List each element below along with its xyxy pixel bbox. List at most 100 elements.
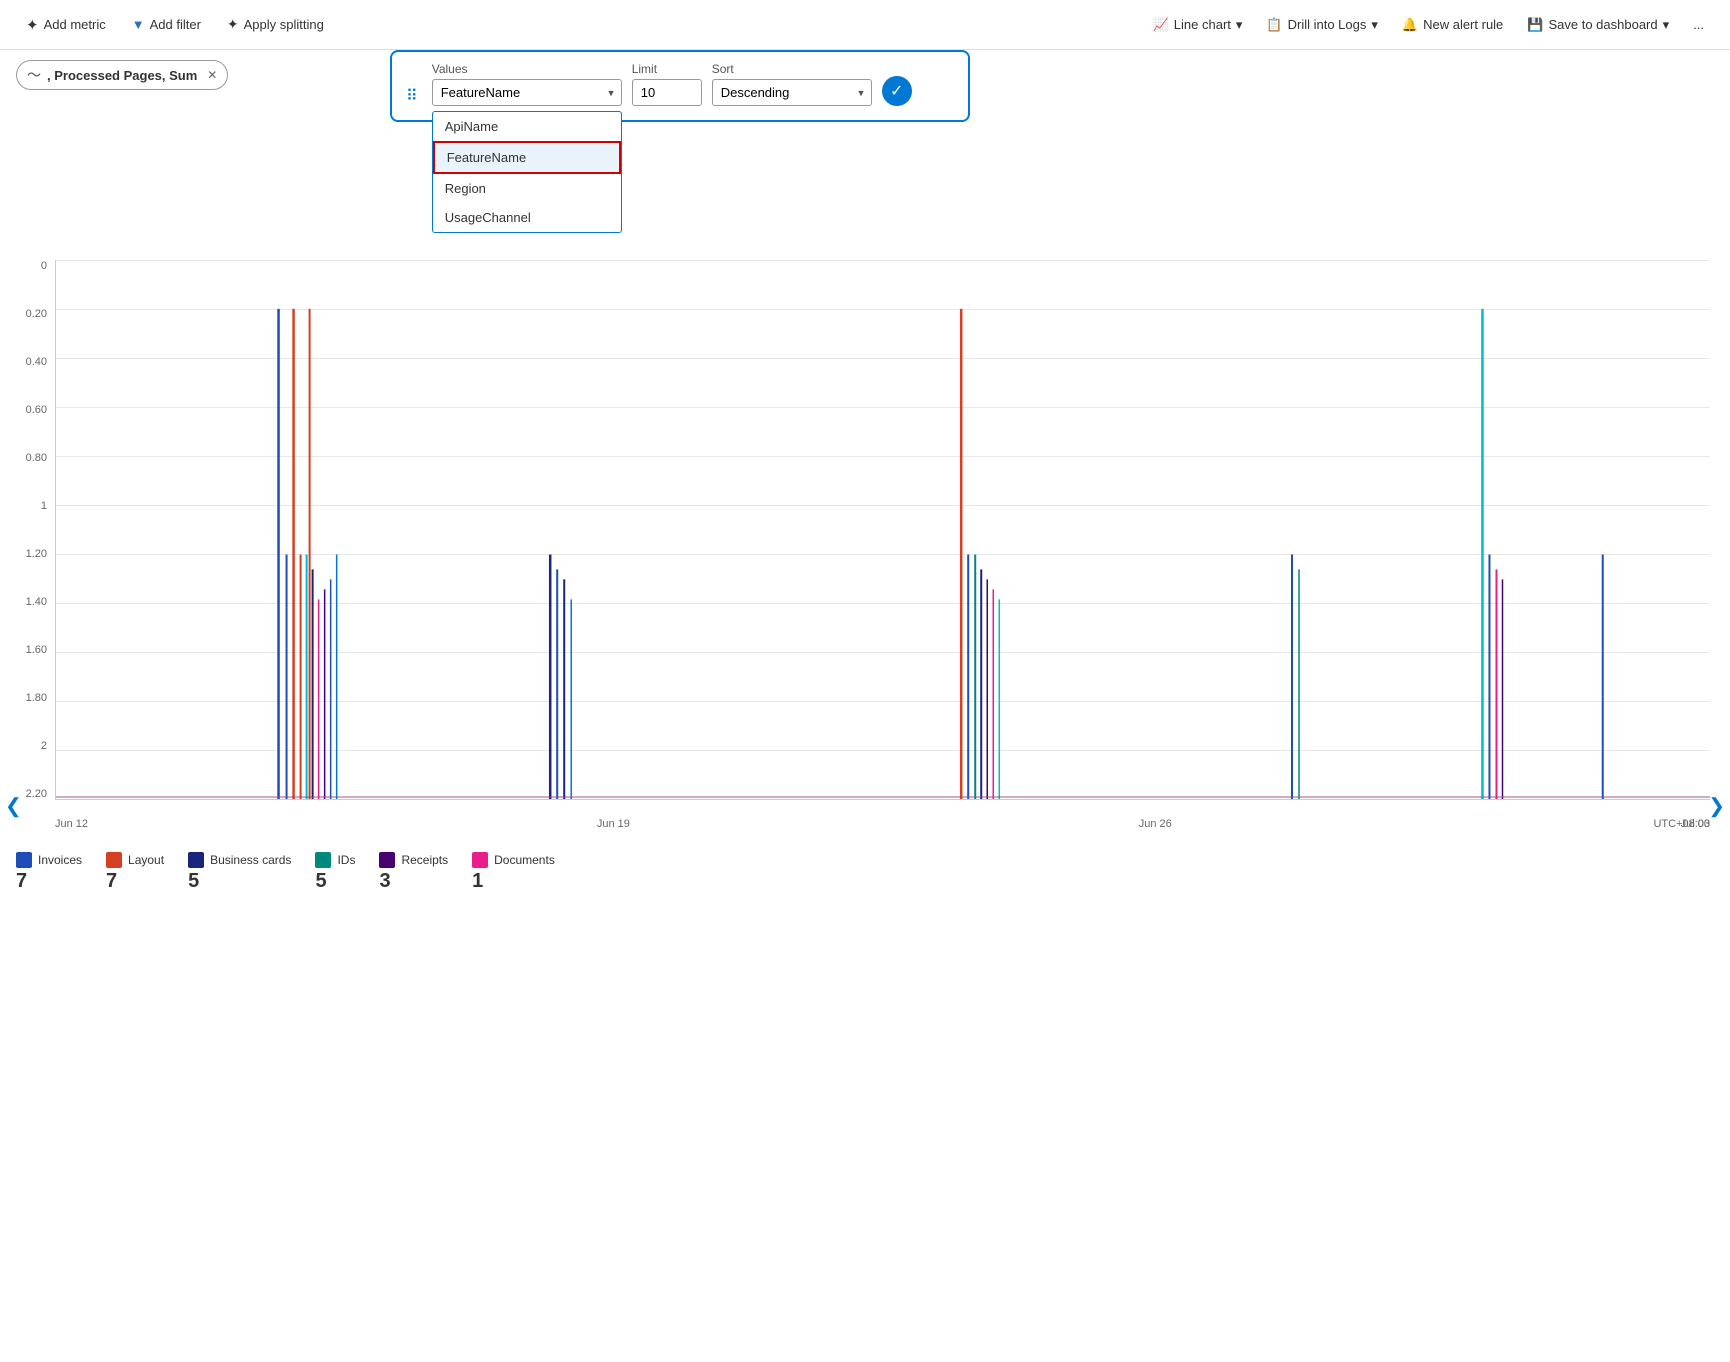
line-chart-icon: 📈: [1153, 17, 1169, 33]
legend-name-invoices: Invoices: [38, 853, 82, 867]
legend-color-layout: Layout: [106, 852, 164, 868]
splitting-row: ⠿ Values FeatureName ApiName Region Usag…: [406, 62, 954, 106]
dropdown-item-region[interactable]: Region: [433, 174, 621, 203]
timezone-label: UTC+08:00: [1653, 818, 1710, 830]
metric-chip: 〜 , Processed Pages, Sum ✕: [16, 60, 228, 90]
dropdown-item-usagechannel[interactable]: UsageChannel: [433, 203, 621, 232]
sort-select[interactable]: Descending Ascending: [712, 79, 872, 106]
legend-color-swatch-invoices: [16, 852, 32, 868]
add-metric-button[interactable]: ✦ Add metric: [16, 11, 116, 39]
metric-wave-icon: 〜: [27, 65, 41, 85]
legend-color-business-cards: Business cards: [188, 852, 291, 868]
dropdown-item-apiname[interactable]: ApiName: [433, 112, 621, 141]
x-label-jun26: Jun 26: [1139, 818, 1172, 830]
chart-next-button[interactable]: ❯: [1703, 789, 1730, 824]
values-select-wrapper: FeatureName ApiName Region UsageChannel …: [432, 79, 622, 106]
drill-logs-icon: 📋: [1266, 17, 1282, 33]
chart-area: ❮ ❯ 2.20 2 1.80 1.60 1.40 1.20 1 0.80 0.…: [0, 250, 1730, 1362]
splitting-confirm-button[interactable]: ✓: [882, 76, 912, 106]
line-chart-button[interactable]: 📈 Line chart ▾: [1143, 12, 1253, 38]
line-chart-chevron-icon: ▾: [1236, 17, 1243, 33]
y-label-6: 1: [0, 500, 47, 512]
metric-chip-close[interactable]: ✕: [207, 68, 217, 82]
x-label-jun19: Jun 19: [597, 818, 630, 830]
toolbar-right: 📈 Line chart ▾ 📋 Drill into Logs ▾ 🔔 New…: [1143, 12, 1714, 38]
y-label-8: 0.60: [0, 404, 47, 416]
legend-color-swatch-receipts: [379, 852, 395, 868]
y-label-1: 2: [0, 740, 47, 752]
limit-label: Limit: [632, 62, 702, 76]
chart-prev-button[interactable]: ❮: [0, 789, 27, 824]
y-label-11: 0: [0, 260, 47, 272]
metric-chip-label: , Processed Pages, Sum: [47, 68, 197, 83]
legend-color-swatch-layout: [106, 852, 122, 868]
metric-bar: 〜 , Processed Pages, Sum ✕ ⠿ Values Feat…: [0, 50, 1730, 90]
apply-splitting-button[interactable]: ✦ Apply splitting: [217, 11, 334, 38]
legend-name-documents: Documents: [494, 853, 555, 867]
legend-value-layout: 7: [106, 870, 117, 893]
y-label-7: 0.80: [0, 452, 47, 464]
legend-item-receipts: Receipts 3: [379, 852, 448, 893]
legend-color-documents: Documents: [472, 852, 555, 868]
legend-color-swatch-documents: [472, 852, 488, 868]
values-dropdown: ApiName FeatureName Region UsageChannel: [432, 111, 622, 233]
legend-item-invoices: Invoices 7: [16, 852, 82, 893]
limit-field: Limit: [632, 62, 702, 106]
toolbar-left: ✦ Add metric ▼ Add filter ✦ Apply splitt…: [16, 11, 1137, 39]
legend-value-documents: 1: [472, 870, 483, 893]
sort-select-wrapper: Descending Ascending: [712, 79, 872, 106]
splitting-panel: ⠿ Values FeatureName ApiName Region Usag…: [390, 50, 970, 122]
grid-line-bottom: [56, 799, 1710, 800]
main-content: 〜 , Processed Pages, Sum ✕ ⠿ Values Feat…: [0, 50, 1730, 1362]
toolbar: ✦ Add metric ▼ Add filter ✦ Apply splitt…: [0, 0, 1730, 50]
legend-color-ids: IDs: [315, 852, 355, 868]
add-filter-button[interactable]: ▼ Add filter: [122, 12, 211, 37]
drill-into-logs-button[interactable]: 📋 Drill into Logs ▾: [1256, 12, 1387, 38]
values-select[interactable]: FeatureName ApiName Region UsageChannel: [432, 79, 622, 106]
y-label-10: 0.20: [0, 308, 47, 320]
filter-icon: ▼: [132, 17, 145, 32]
y-label-3: 1.60: [0, 644, 47, 656]
drill-logs-chevron-icon: ▾: [1371, 17, 1378, 33]
legend-color-receipts: Receipts: [379, 852, 448, 868]
x-label-jun12: Jun 12: [55, 818, 88, 830]
legend-value-business-cards: 5: [188, 870, 199, 893]
legend-color-swatch-business-cards: [188, 852, 204, 868]
y-label-5: 1.20: [0, 548, 47, 560]
legend-name-ids: IDs: [337, 853, 355, 867]
y-label-2: 1.80: [0, 692, 47, 704]
values-field: Values FeatureName ApiName Region UsageC…: [432, 62, 622, 106]
legend-name-layout: Layout: [128, 853, 164, 867]
chart-plot: [55, 260, 1710, 800]
split-dots-icon: ⠿: [406, 86, 418, 106]
y-axis: 2.20 2 1.80 1.60 1.40 1.20 1 0.80 0.60 0…: [0, 260, 55, 800]
alert-icon: 🔔: [1402, 17, 1418, 33]
splitting-icon: ✦: [227, 16, 239, 33]
legend-color-swatch-ids: [315, 852, 331, 868]
sort-label: Sort: [712, 62, 872, 76]
x-axis: Jun 12 Jun 19 Jun 26 Jul 03: [55, 818, 1710, 830]
legend-color-invoices: Invoices: [16, 852, 82, 868]
save-to-dashboard-button[interactable]: 💾 Save to dashboard ▾: [1517, 12, 1679, 38]
legend-value-invoices: 7: [16, 870, 27, 893]
legend-name-business-cards: Business cards: [210, 853, 291, 867]
legend-item-layout: Layout 7: [106, 852, 164, 893]
values-label: Values: [432, 62, 622, 76]
limit-input[interactable]: [632, 79, 702, 106]
legend-item-ids: IDs 5: [315, 852, 355, 893]
legend-name-receipts: Receipts: [401, 853, 448, 867]
new-alert-rule-button[interactable]: 🔔 New alert rule: [1392, 12, 1513, 38]
sort-field: Sort Descending Ascending: [712, 62, 872, 106]
legend-value-receipts: 3: [379, 870, 390, 893]
y-label-4: 1.40: [0, 596, 47, 608]
more-options-button[interactable]: ...: [1683, 12, 1714, 37]
y-label-9: 0.40: [0, 356, 47, 368]
legend-item-business-cards: Business cards 5: [188, 852, 291, 893]
save-icon: 💾: [1527, 17, 1543, 33]
chart-container: 2.20 2 1.80 1.60 1.40 1.20 1 0.80 0.60 0…: [0, 260, 1730, 840]
chart-svg: [56, 260, 1710, 799]
dropdown-item-featurename[interactable]: FeatureName: [433, 141, 621, 174]
legend-item-documents: Documents 1: [472, 852, 555, 893]
save-chevron-icon: ▾: [1663, 17, 1670, 33]
chart-legend: Invoices 7 Layout 7 Business cards 5: [0, 840, 1730, 905]
